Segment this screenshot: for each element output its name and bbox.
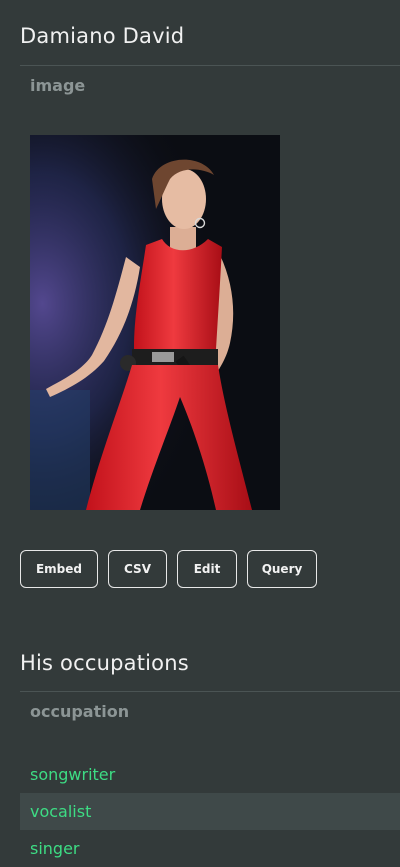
occupation-link-songwriter[interactable]: songwriter	[30, 765, 115, 784]
performer-illustration	[30, 135, 280, 510]
page-title: Damiano David	[20, 24, 185, 48]
title-divider	[20, 65, 400, 66]
occupation-column-label: occupation	[30, 702, 130, 721]
csv-button[interactable]: CSV	[108, 550, 167, 588]
image-field-label: image	[30, 76, 86, 95]
occupation-link-vocalist[interactable]: vocalist	[30, 802, 91, 821]
action-buttons: Embed CSV Edit Query	[20, 550, 317, 588]
occupation-link-singer[interactable]: singer	[30, 839, 80, 858]
query-button[interactable]: Query	[247, 550, 317, 588]
occupations-heading: His occupations	[20, 651, 189, 675]
list-item: songwriter	[20, 756, 400, 793]
embed-button[interactable]: Embed	[20, 550, 98, 588]
occupation-list: songwriter vocalist singer	[20, 756, 400, 867]
list-item: singer	[20, 830, 400, 867]
portrait-photo	[30, 135, 280, 510]
occupations-divider	[20, 691, 400, 692]
edit-button[interactable]: Edit	[177, 550, 237, 588]
list-item: vocalist	[20, 793, 400, 830]
